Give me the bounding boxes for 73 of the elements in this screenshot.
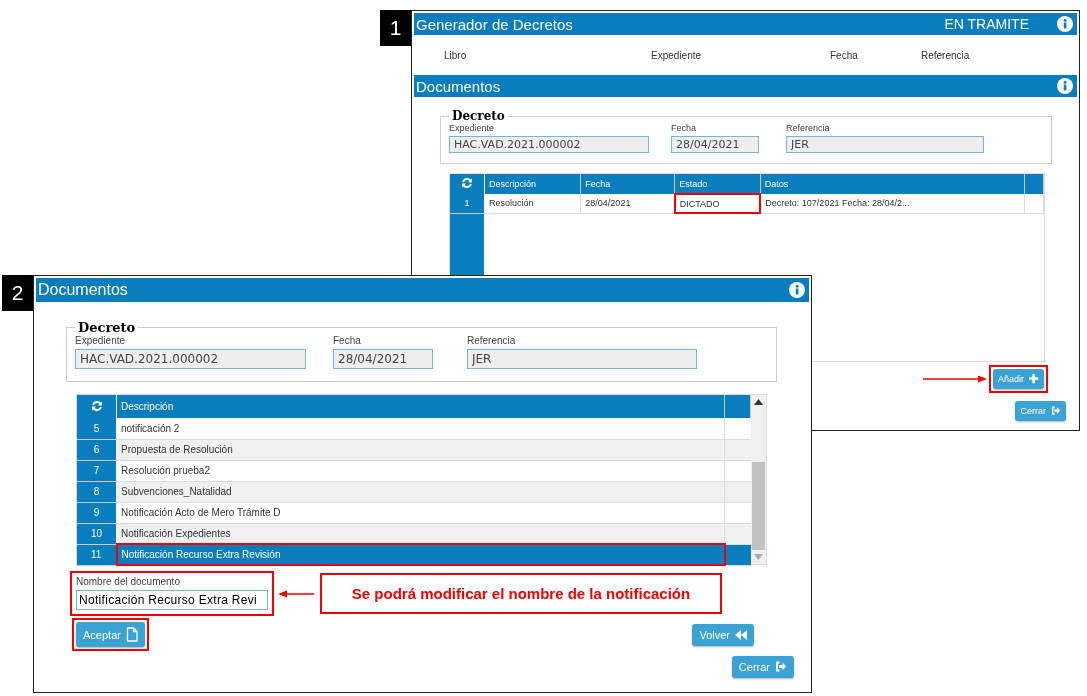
column-header (724, 395, 751, 418)
table-row[interactable]: 6 Propuesta de Resolución (77, 439, 751, 460)
table-row[interactable]: 7 Resolución prueba2 (77, 460, 751, 481)
scroll-up-icon (754, 399, 763, 405)
table-row[interactable]: 11 Notificación Recurso Extra Revisión (77, 544, 751, 565)
table-cell: DICTADO (674, 194, 761, 213)
text-field[interactable]: HAC.VAD.2021.000002 (449, 136, 649, 153)
refresh-icon[interactable] (90, 399, 103, 412)
window-title: Documentos (38, 281, 129, 299)
row-number: 5 (77, 418, 117, 439)
column-header: Descripción (484, 174, 581, 194)
field-label: Referencia (786, 123, 831, 133)
row-number: 9 (77, 502, 117, 523)
rewind-icon (735, 628, 747, 641)
text-field[interactable]: JER (467, 349, 697, 369)
table-cell: Subvenciones_Natalidad (116, 481, 725, 502)
table-cell: Resolución prueba2 (116, 460, 725, 481)
info-icon[interactable] (1057, 16, 1073, 32)
table-cell: Propuesta de Resolución (116, 439, 725, 460)
panel-legend: Decreto (75, 320, 139, 335)
column-header: Datos (760, 174, 1025, 194)
step-marker: 1 (380, 10, 411, 46)
status-label: EN TRAMITE (944, 16, 1029, 32)
arrow (278, 588, 314, 599)
column-header: Estado (674, 174, 761, 194)
text-field[interactable]: HAC.VAD.2021.000002 (75, 349, 306, 369)
field-label: Nombre del documento (76, 576, 181, 587)
text-field[interactable]: JER (786, 136, 984, 153)
table-cell: Notificación Acto de Mero Trámite D (116, 502, 725, 523)
row-number: 10 (77, 523, 117, 544)
table-row[interactable]: 5 notificación 2 (77, 418, 751, 439)
field-label: Referencia (921, 50, 971, 61)
row-number: 8 (77, 481, 117, 502)
field-label: Referencia (467, 335, 517, 346)
exit-icon (1051, 406, 1061, 416)
table-cell: Resolución (484, 194, 581, 213)
table-row[interactable]: 9 Notificación Acto de Mero Trámite D (77, 502, 751, 523)
plus-icon (1029, 374, 1039, 384)
column-header: Descripción (116, 395, 725, 418)
step-marker: 2 (2, 275, 33, 311)
table-row[interactable]: 8 Subvenciones_Natalidad (77, 481, 751, 502)
scroll-down-icon (754, 554, 763, 560)
field-label: Fecha (333, 335, 362, 346)
field-label: Fecha (830, 50, 859, 61)
field-label: Expediente (449, 123, 496, 133)
document-name-field[interactable]: Notificación Recurso Extra Revi (76, 590, 268, 610)
table-cell: notificación 2 (116, 418, 725, 439)
field-label: Libro (444, 50, 468, 61)
info-icon[interactable] (789, 282, 805, 298)
window-title: Generador de Decretos (416, 15, 574, 33)
table-cell: 28/04/2021 (580, 194, 675, 213)
panel-legend: Decreto (449, 109, 508, 123)
field-label: Expediente (75, 335, 127, 346)
row-number: 11 (77, 544, 117, 565)
note-callout: Se podrá modificar el nombre de la notificación (320, 573, 722, 614)
scroll-thumb[interactable] (752, 462, 765, 550)
table-cell: Notificación Expedientes (116, 523, 725, 544)
window-title: Documentos (416, 77, 502, 95)
table-cell: Decreto: 107/2021 Fecha: 28/04/2... (760, 194, 1025, 213)
field-label: Expediente (651, 50, 703, 61)
row-number: 1 (450, 194, 485, 213)
field-label: Fecha (671, 123, 697, 133)
row-number: 6 (77, 439, 117, 460)
document-icon (125, 627, 138, 642)
info-icon[interactable] (1057, 78, 1073, 94)
exit-icon (775, 661, 787, 673)
row-number: 7 (77, 460, 117, 481)
table-cell: Notificación Recurso Extra Revisión (116, 544, 725, 565)
column-header: Fecha (580, 174, 675, 194)
text-field[interactable]: 28/04/2021 (333, 349, 433, 369)
text-field[interactable]: 28/04/2021 (671, 136, 759, 153)
refresh-icon[interactable] (461, 177, 473, 189)
scrollbar[interactable] (751, 395, 766, 564)
